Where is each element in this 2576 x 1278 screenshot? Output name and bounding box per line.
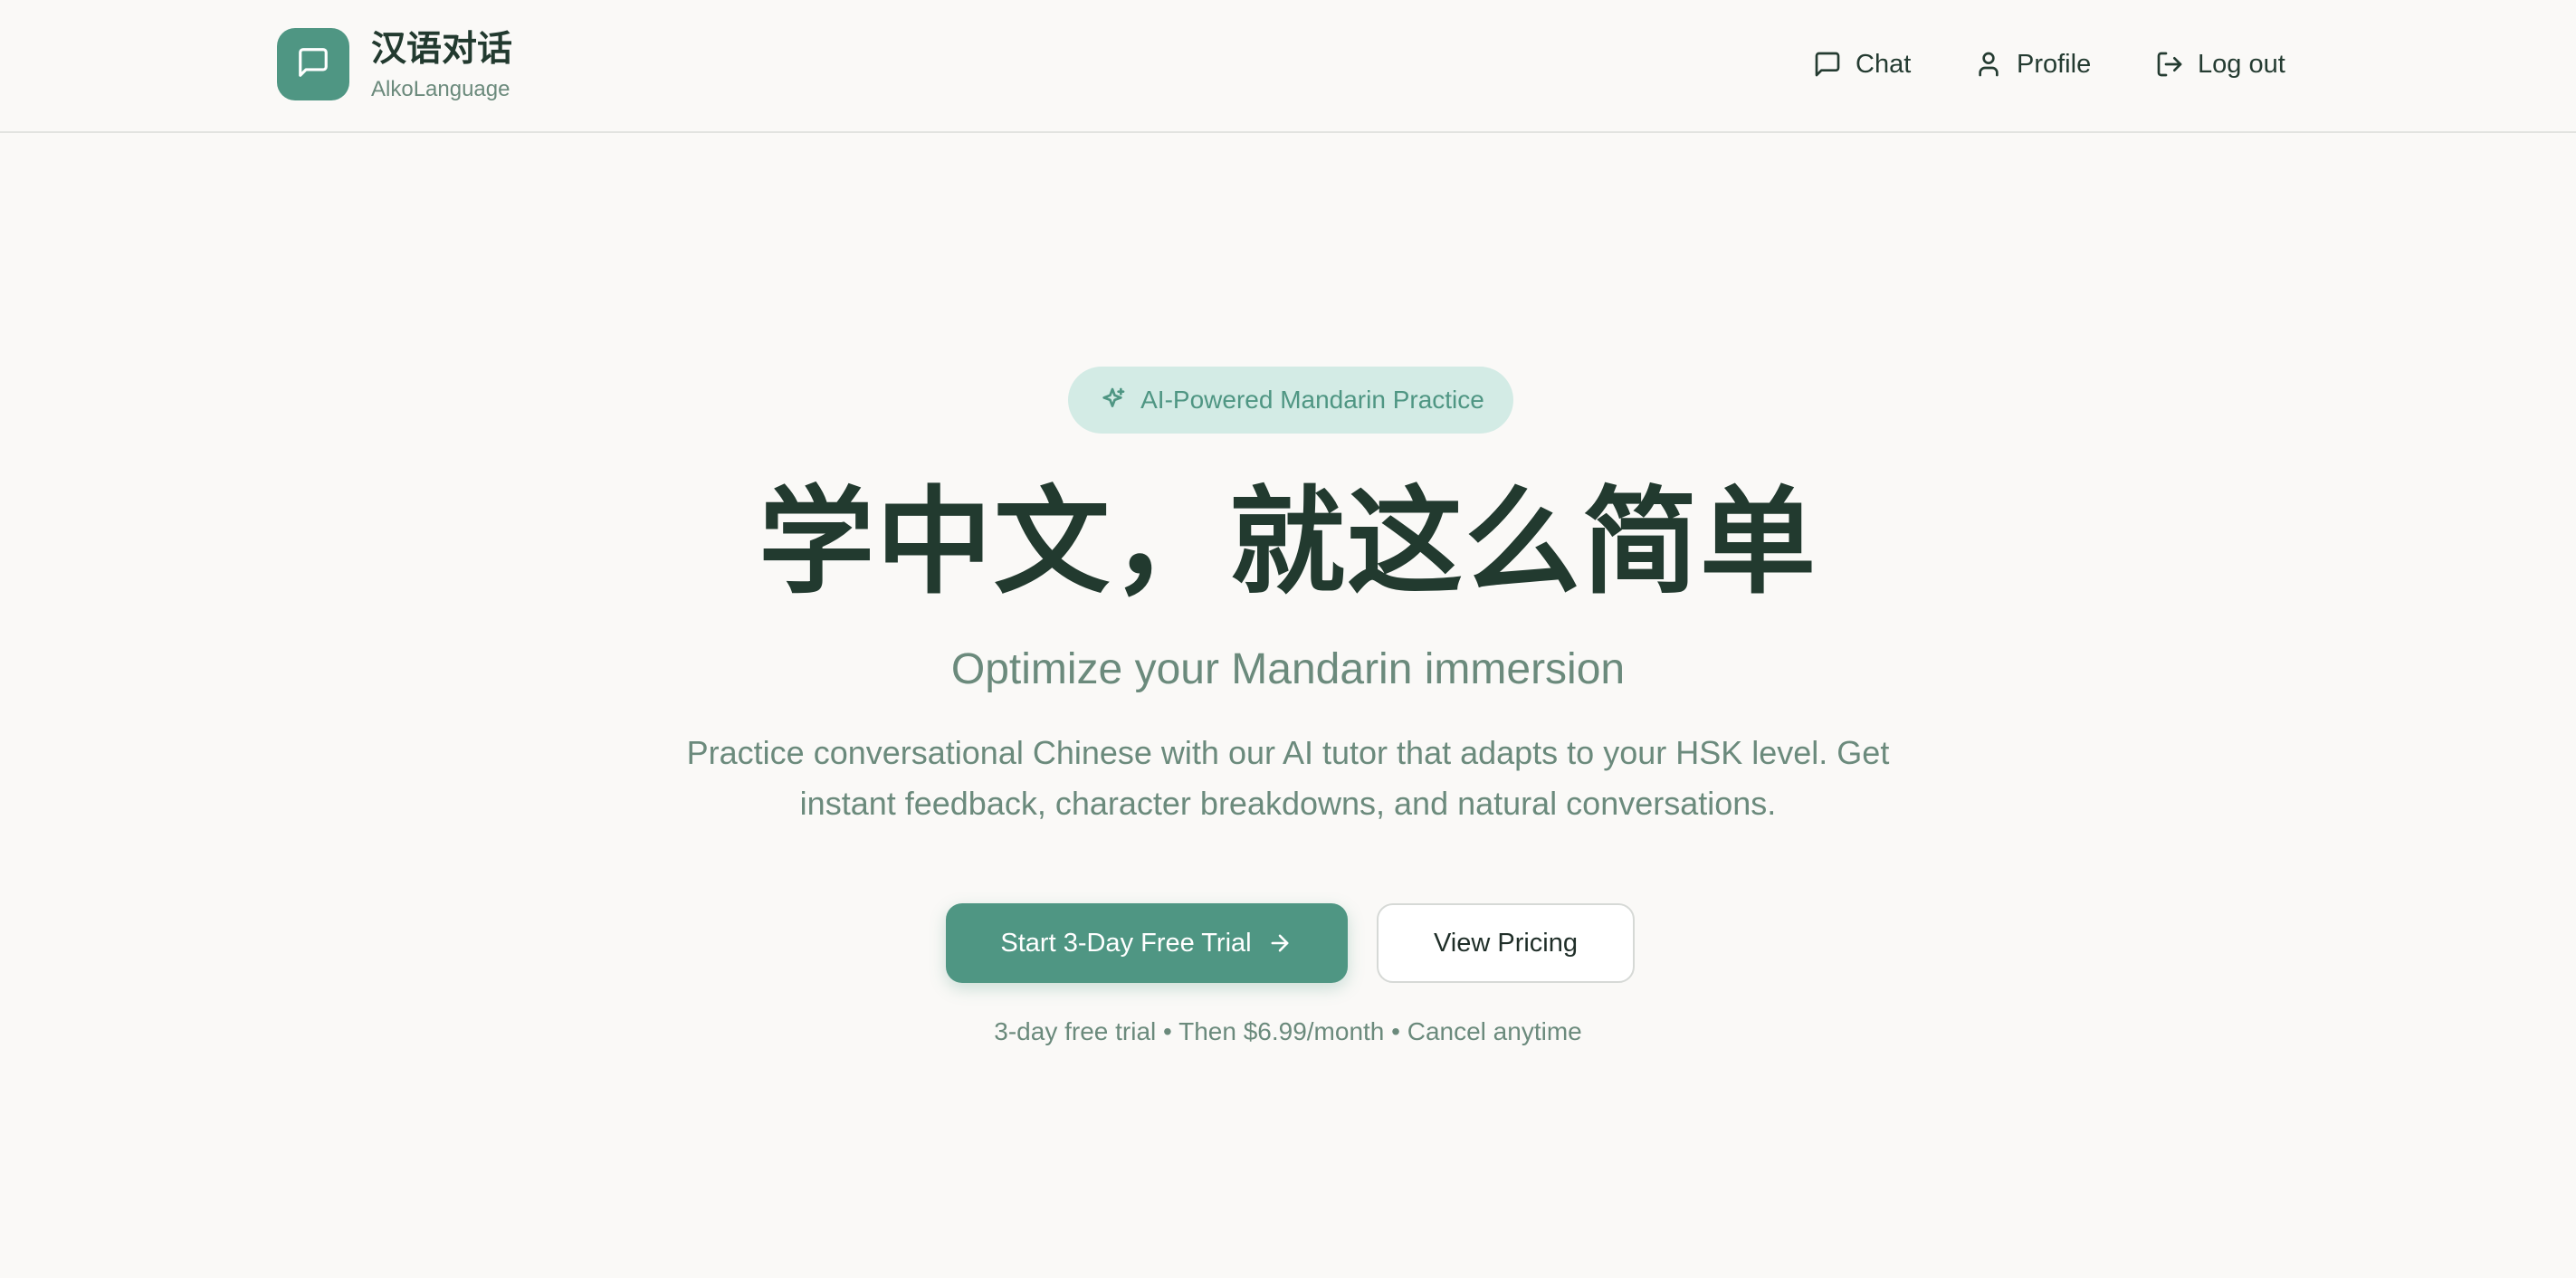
- message-square-icon: [1812, 49, 1843, 80]
- top-navigation-bar: 汉语对话 AlkoLanguage Chat Profile Log out: [0, 0, 2576, 133]
- brand-subtitle: AlkoLanguage: [371, 77, 510, 101]
- arrow-right-icon: [1266, 930, 1293, 957]
- nav-logout-link[interactable]: Log out: [2154, 42, 2285, 87]
- app-logo[interactable]: [277, 28, 349, 100]
- nav-profile-label: Profile: [2017, 49, 2092, 79]
- user-icon: [1973, 49, 2004, 80]
- view-pricing-label: View Pricing: [1433, 928, 1579, 958]
- hero-title: 学中文，就这么简单: [758, 475, 1818, 610]
- nav-chat-link[interactable]: Chat: [1812, 42, 1911, 87]
- hero-description: Practice conversational Chinese with our…: [686, 734, 1890, 822]
- trial-fine-print: 3-day free trial • Then $6.99/month • Ca…: [994, 1017, 1582, 1045]
- brand-title: 汉语对话: [371, 29, 513, 70]
- hero-subtitle: Optimize your Mandarin immersion: [950, 645, 1626, 693]
- start-free-trial-label: Start 3-Day Free Trial: [1000, 928, 1252, 958]
- feature-badge-label: AI-Powered Mandarin Practice: [1140, 386, 1484, 414]
- message-square-icon: [296, 45, 330, 84]
- nav-logout-label: Log out: [2198, 49, 2285, 79]
- start-free-trial-button[interactable]: Start 3-Day Free Trial: [946, 903, 1348, 983]
- feature-badge: AI-Powered Mandarin Practice: [1068, 367, 1513, 434]
- nav-chat-label: Chat: [1856, 49, 1912, 79]
- nav-profile-link[interactable]: Profile: [1973, 42, 2091, 87]
- sparkles-icon: [1097, 385, 1128, 415]
- log-out-icon: [2154, 49, 2185, 80]
- view-pricing-button[interactable]: View Pricing: [1377, 903, 1635, 983]
